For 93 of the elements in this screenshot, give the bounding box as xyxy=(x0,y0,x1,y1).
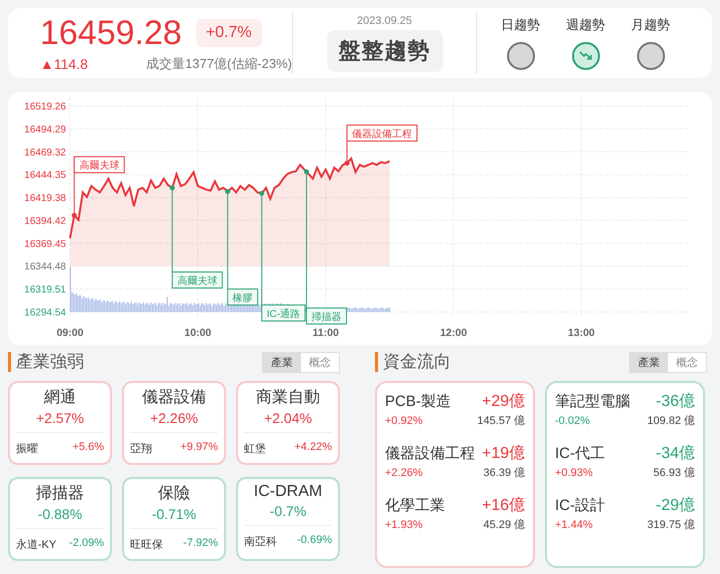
sector-percent: +0.92% xyxy=(385,415,423,427)
marker-label: 橡膠 xyxy=(225,189,258,306)
turnover-amount: 56.93 億 xyxy=(653,466,695,480)
point xyxy=(344,160,350,166)
sector-percent: +1.44% xyxy=(555,519,593,531)
x-axis-label: 13:00 xyxy=(568,327,595,339)
section-title: 產業強弱 xyxy=(8,352,84,372)
x-axis-label: 09:00 xyxy=(56,327,84,339)
trend-label: 日趨勢 xyxy=(501,16,540,34)
marker-label: 儀器設備工程 xyxy=(344,124,418,166)
fund-flow-value: +19億 xyxy=(482,444,525,464)
date-text: 2023.09.25 xyxy=(356,14,412,26)
sector-name: PCB-製造 xyxy=(385,392,451,411)
industry-name: 掃描器 xyxy=(36,484,84,504)
industry-percent: +2.04% xyxy=(264,410,312,426)
industry-percent: -0.88% xyxy=(38,506,82,522)
stock-name: 虹堡 xyxy=(244,442,266,456)
section-title: 資金流向 xyxy=(375,352,451,372)
stock-percent: +9.97% xyxy=(180,441,218,455)
y-axis-label: 16369.45 xyxy=(24,238,66,250)
marker-label: 高爾夫球 xyxy=(72,156,125,218)
industry-card[interactable]: 掃描器 -0.88% 永道-KY -2.09% xyxy=(8,477,112,561)
fund-flow-value: -34億 xyxy=(656,444,695,464)
turnover-amount: 145.57 億 xyxy=(477,414,525,428)
trend-label: 月趨勢 xyxy=(631,16,670,34)
down-trend-arrow-icon xyxy=(578,49,592,63)
stock-name: 旺旺保 xyxy=(130,538,163,552)
y-axis-label: 16344.48 xyxy=(24,262,66,273)
industry-percent: +2.26% xyxy=(150,410,198,426)
stock-percent: -2.09% xyxy=(69,537,104,551)
sector-percent: -0.02% xyxy=(555,415,590,427)
industry-name: 商業自動 xyxy=(256,388,320,408)
stock-percent: +5.6% xyxy=(72,441,104,455)
sector-name: 儀器設備工程 xyxy=(385,444,475,463)
industry-name: 保險 xyxy=(158,484,190,504)
industry-card[interactable]: IC-DRAM -0.7% 南亞科 -0.69% xyxy=(236,477,340,561)
sector-percent: +1.93% xyxy=(385,519,423,531)
x-axis-label: 12:00 xyxy=(440,327,467,339)
stock-name: 永道-KY xyxy=(16,538,56,552)
sector-percent: +0.93% xyxy=(555,467,593,479)
fund-flow-value: +16億 xyxy=(482,496,525,516)
toggle-tab[interactable]: 產業 xyxy=(263,352,301,372)
stock-percent: -0.69% xyxy=(297,534,332,548)
y-axis-label: 16419.38 xyxy=(24,193,66,204)
stock-percent: -7.92% xyxy=(183,537,218,551)
toggle-tab[interactable]: 概念 xyxy=(668,352,706,372)
marker-label: IC-通路 xyxy=(259,190,306,322)
industry-card[interactable]: 保險 -0.71% 旺旺保 -7.92% xyxy=(122,477,226,561)
y-axis-label: 16469.32 xyxy=(24,147,66,158)
stock-percent: +4.22% xyxy=(294,441,332,455)
y-axis-label: 16444.35 xyxy=(24,170,66,182)
turnover-amount: 45.29 億 xyxy=(483,518,525,532)
turnover-amount: 319.75 億 xyxy=(647,518,695,532)
fund-flow-value: -36億 xyxy=(656,392,695,412)
y-axis-label: 16394.42 xyxy=(24,216,66,227)
change-percent-badge: +0.7% xyxy=(196,19,262,47)
y-axis-label: 16294.54 xyxy=(24,308,66,318)
turnover-amount: 109.82 億 xyxy=(647,414,695,428)
stock-name: 南亞科 xyxy=(244,535,277,549)
industry-percent: -0.7% xyxy=(270,503,306,519)
x-axis-label: 11:00 xyxy=(312,327,339,339)
toggle-tab[interactable]: 產業 xyxy=(630,352,668,372)
volume-text: 成交量1377億(估縮-23%) xyxy=(146,55,292,73)
x-axis-label: 10:00 xyxy=(184,327,212,339)
sector-name: 筆記型電腦 xyxy=(555,392,630,411)
industry-card[interactable]: 網通 +2.57% 振曜 +5.6% xyxy=(8,381,112,465)
sector-name: IC-代工 xyxy=(555,444,605,463)
trend-label: 週趨勢 xyxy=(566,16,605,34)
y-axis-label: 16319.51 xyxy=(24,284,66,296)
sector-percent: +2.26% xyxy=(385,467,423,479)
y-axis-label: 16519.26 xyxy=(24,102,66,112)
industry-name: IC-DRAM xyxy=(254,483,322,501)
sector-name: 化學工業 xyxy=(385,496,445,515)
turnover-amount: 36.39 億 xyxy=(483,466,525,480)
industry-name: 儀器設備 xyxy=(142,388,206,408)
industry-percent: -0.71% xyxy=(152,506,196,522)
marker-label: 掃描器 xyxy=(304,169,347,324)
fund-flow-value: +29億 xyxy=(482,392,525,412)
stock-name: 亞翔 xyxy=(130,442,152,456)
index-price: 16459.28 xyxy=(40,13,182,53)
industry-card[interactable]: 商業自動 +2.04% 虹堡 +4.22% xyxy=(236,381,340,465)
point xyxy=(72,212,77,218)
change-value: ▲114.8 xyxy=(40,56,88,72)
industry-name: 網通 xyxy=(44,388,76,408)
industry-percent: +2.57% xyxy=(36,410,84,426)
y-axis-label: 16494.29 xyxy=(24,124,66,136)
stock-name: 振曜 xyxy=(16,442,38,456)
trend-status-badge: 盤整趨勢 xyxy=(326,30,442,72)
sector-name: IC-設計 xyxy=(555,496,605,515)
marker-label: 高爾夫球 xyxy=(170,185,223,288)
fund-flow-value: -29億 xyxy=(656,496,695,516)
industry-card[interactable]: 儀器設備 +2.26% 亞翔 +9.97% xyxy=(122,381,226,465)
toggle-tab[interactable]: 概念 xyxy=(301,352,339,372)
